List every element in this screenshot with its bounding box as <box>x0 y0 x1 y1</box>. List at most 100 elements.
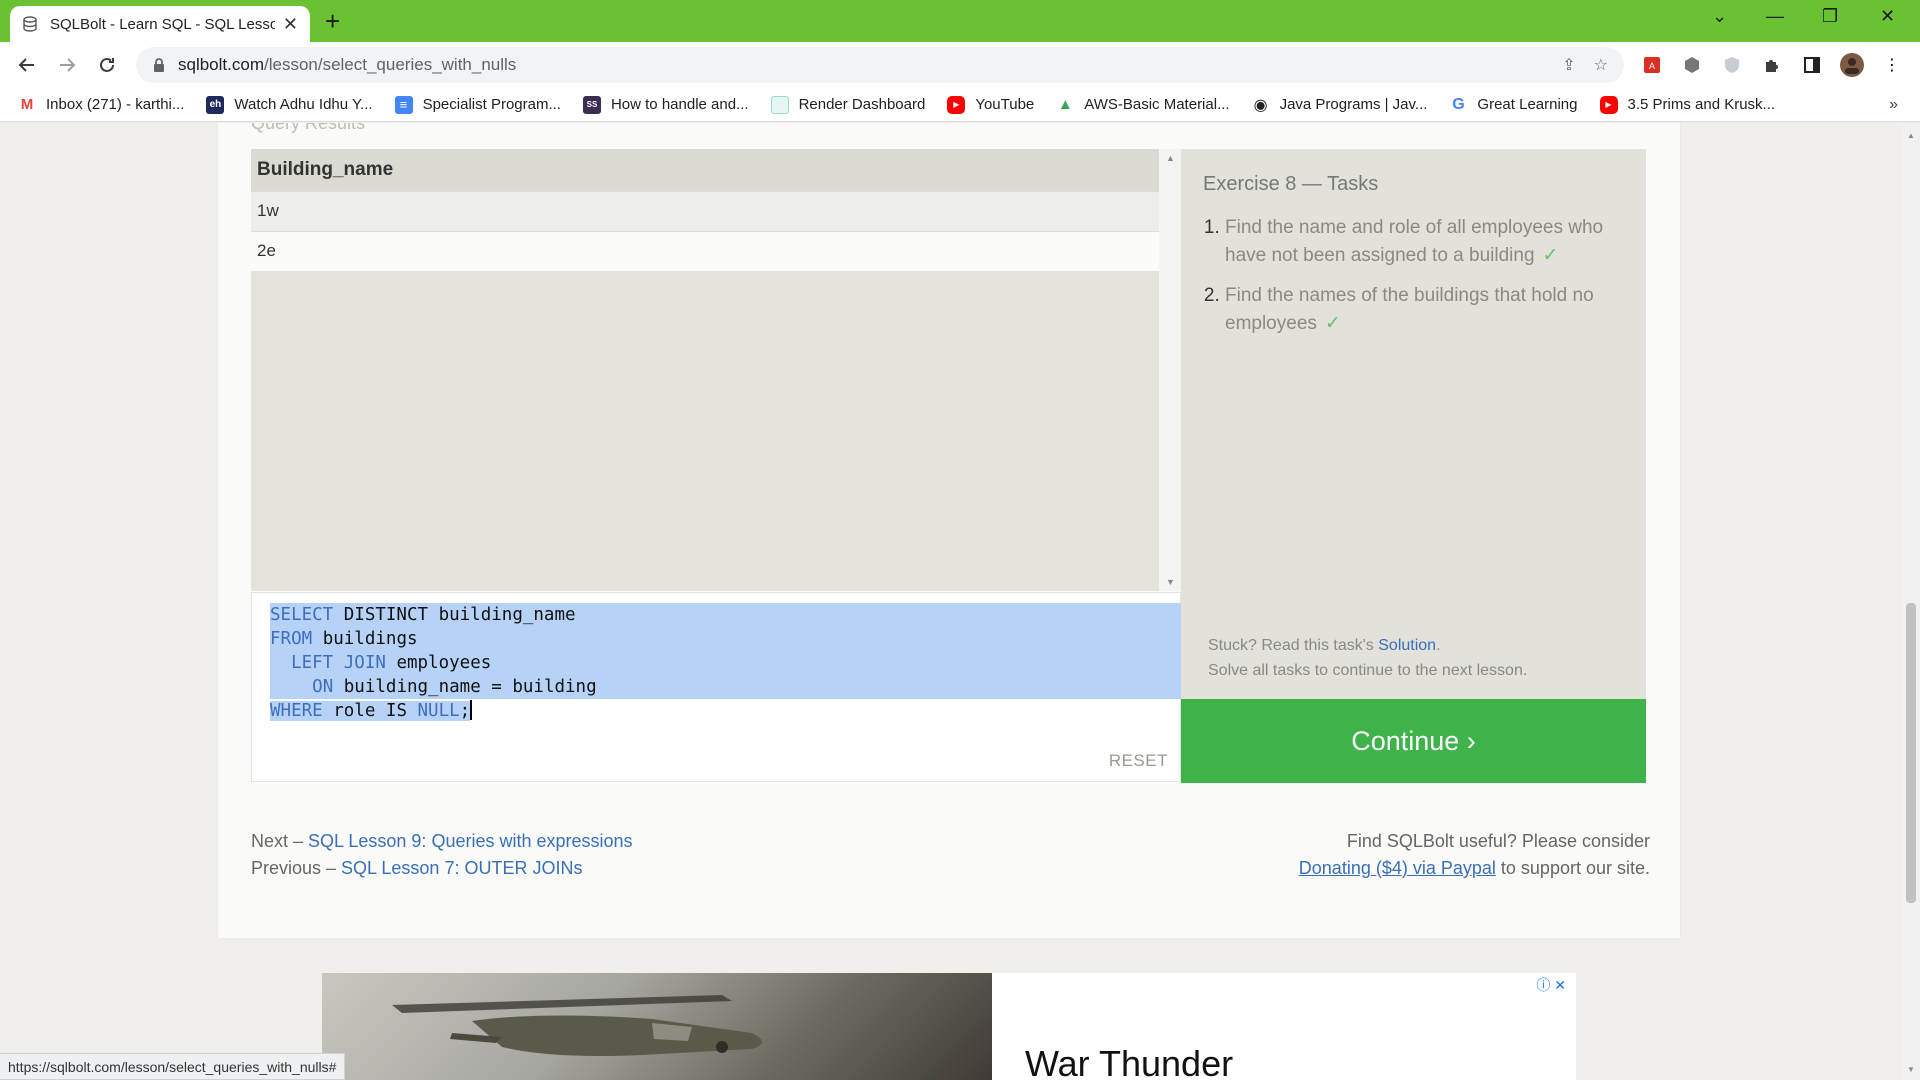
gmail-icon: M <box>20 96 34 113</box>
cube-extension-icon[interactable] <box>1678 51 1706 79</box>
svg-text:A: A <box>1649 61 1655 71</box>
query-results-label: Query Results <box>251 123 366 133</box>
browser-tab[interactable]: SQLBolt - Learn SQL - SQL Lesson ✕ <box>10 6 310 42</box>
table-row: 2e <box>251 230 1159 271</box>
bookmark-item[interactable]: Render Dashboard <box>770 95 926 114</box>
lock-icon[interactable] <box>152 57 166 73</box>
window-close-icon[interactable]: ✕ <box>1880 6 1895 27</box>
advertisement[interactable]: War Thunder ⓘ ✕ <box>322 973 1576 1080</box>
youtube-icon: ▶ <box>947 95 966 114</box>
lesson-navigation: Next – SQL Lesson 9: Queries with expres… <box>251 828 633 882</box>
bookmark-label: Great Learning <box>1477 96 1578 113</box>
tab-search-icon[interactable]: ⌄ <box>1712 6 1727 27</box>
tab-title: SQLBolt - Learn SQL - SQL Lesson <box>50 15 275 33</box>
bookmark-item[interactable]: M Inbox (271) - karthi... <box>18 96 185 114</box>
scroll-up-icon[interactable]: ▲ <box>1166 153 1175 163</box>
bookmark-item[interactable]: ▲ AWS-Basic Material... <box>1056 96 1230 114</box>
results-scrollbar[interactable]: ▲ ▼ <box>1159 149 1181 591</box>
side-panel-icon[interactable] <box>1798 51 1826 79</box>
browser-toolbar: sqlbolt.com/lesson/select_queries_with_n… <box>0 42 1920 88</box>
reload-icon[interactable] <box>94 52 120 78</box>
table-cell: 2e <box>251 230 1159 271</box>
shield-extension-icon[interactable] <box>1718 51 1746 79</box>
ad-image[interactable] <box>322 973 992 1080</box>
scroll-up-icon[interactable]: ▲ <box>1907 131 1915 140</box>
lesson-card: Query Results Building_name 1w 2e ▲ ▼ SE… <box>218 123 1680 938</box>
new-tab-icon[interactable]: + <box>325 8 340 34</box>
donate-link[interactable]: Donating ($4) via Paypal <box>1299 858 1496 878</box>
bookmark-label: YouTube <box>975 96 1035 113</box>
sql-text: ; <box>459 701 471 721</box>
tasks-panel: Exercise 8 — Tasks Find the name and rol… <box>1181 149 1646 699</box>
check-icon: ✓ <box>1324 313 1341 334</box>
share-icon[interactable]: ⇪ <box>1562 55 1575 75</box>
solution-link[interactable]: Solution <box>1378 637 1436 654</box>
sql-text: building_name = building <box>333 677 597 697</box>
menu-kebab-icon[interactable]: ⋮ <box>1878 51 1906 79</box>
task-item: Find the names of the buildings that hol… <box>1225 282 1624 338</box>
next-lesson-link[interactable]: SQL Lesson 9: Queries with expressions <box>308 831 633 851</box>
bookmark-label: Java Programs | Jav... <box>1279 96 1428 113</box>
bookmark-item[interactable]: eh Watch Adhu Idhu Y... <box>206 95 373 114</box>
next-prefix: Next – <box>251 831 309 851</box>
ad-info-close-icon[interactable]: ⓘ ✕ <box>1536 975 1566 995</box>
restore-icon[interactable]: ❐ <box>1822 6 1838 27</box>
ad-title[interactable]: War Thunder <box>1025 1043 1233 1080</box>
sql-keyword: SELECT <box>270 605 334 625</box>
bookmark-label: Inbox (271) - karthi... <box>46 96 185 113</box>
ss-icon: SS <box>582 95 601 114</box>
close-icon[interactable]: ✕ <box>283 14 298 35</box>
bookmark-item[interactable]: ≡ Specialist Program... <box>394 95 561 114</box>
docs-icon: ≡ <box>394 95 413 114</box>
bookmark-star-icon[interactable]: ☆ <box>1594 55 1608 75</box>
code-line: SELECT DISTINCT building_name <box>270 603 597 627</box>
donate-section: Find SQLBolt useful? Please consider Don… <box>1299 828 1650 882</box>
donate-suffix: to support our site. <box>1495 858 1650 878</box>
render-icon <box>770 95 789 114</box>
sql-text: buildings <box>312 629 418 649</box>
address-bar[interactable]: sqlbolt.com/lesson/select_queries_with_n… <box>136 47 1624 83</box>
code-line: FROM buildings <box>270 627 597 651</box>
code-line: LEFT JOIN employees <box>270 651 597 675</box>
bookmarks-bar: M Inbox (271) - karthi... eh Watch Adhu … <box>0 88 1920 122</box>
continue-button[interactable]: Continue › <box>1181 699 1646 783</box>
bookmark-item[interactable]: G Great Learning <box>1449 96 1577 114</box>
scrollbar-thumb[interactable] <box>1906 603 1916 903</box>
code-line: WHERE role IS NULL; <box>270 699 597 723</box>
sql-code[interactable]: SELECT DISTINCT building_name FROM build… <box>270 603 597 723</box>
more-bookmarks-icon[interactable]: » <box>1889 96 1898 114</box>
bookmark-label: Render Dashboard <box>798 96 926 113</box>
sql-keyword: LEFT JOIN <box>291 653 386 673</box>
pdf-extension-icon[interactable]: A <box>1638 51 1666 79</box>
donate-text: Find SQLBolt useful? Please consider <box>1346 831 1650 851</box>
site-icon: eh <box>206 95 225 114</box>
bookmark-item[interactable]: ▶ YouTube <box>947 95 1035 114</box>
bookmark-item[interactable]: SS How to handle and... <box>582 95 749 114</box>
extensions-puzzle-icon[interactable] <box>1758 51 1786 79</box>
previous-lesson-link[interactable]: SQL Lesson 7: OUTER JOINs <box>341 858 582 878</box>
forward-icon[interactable] <box>54 52 80 78</box>
bookmark-label: Specialist Program... <box>422 96 561 113</box>
sql-keyword: FROM <box>270 629 313 649</box>
sql-editor[interactable]: SELECT DISTINCT building_name FROM build… <box>251 592 1182 782</box>
reset-button[interactable]: RESET <box>1109 751 1168 771</box>
lesson-footer: Next – SQL Lesson 9: Queries with expres… <box>218 818 1680 938</box>
text-caret <box>470 700 473 720</box>
table-cell: 1w <box>251 190 1159 231</box>
previous-prefix: Previous – <box>251 858 342 878</box>
scroll-down-icon[interactable]: ▼ <box>1907 1065 1915 1074</box>
sql-keyword: WHERE <box>270 701 323 721</box>
bookmark-item[interactable]: ▶ 3.5 Prims and Krusk... <box>1599 95 1775 114</box>
page-scrollbar[interactable]: ▲ ▼ <box>1902 123 1920 1080</box>
task-item: Find the name and role of all employees … <box>1225 214 1624 270</box>
minimize-icon[interactable]: — <box>1766 6 1784 27</box>
bookmark-label: AWS-Basic Material... <box>1084 96 1230 113</box>
profile-avatar[interactable] <box>1838 51 1866 79</box>
bookmark-item[interactable]: ◉ Java Programs | Jav... <box>1252 96 1428 114</box>
check-icon: ✓ <box>1542 245 1559 266</box>
scroll-down-icon[interactable]: ▼ <box>1166 577 1175 587</box>
solve-all-text: Solve all tasks to continue to the next … <box>1208 662 1528 679</box>
sql-text: DISTINCT building_name <box>333 605 576 625</box>
back-icon[interactable] <box>14 52 40 78</box>
